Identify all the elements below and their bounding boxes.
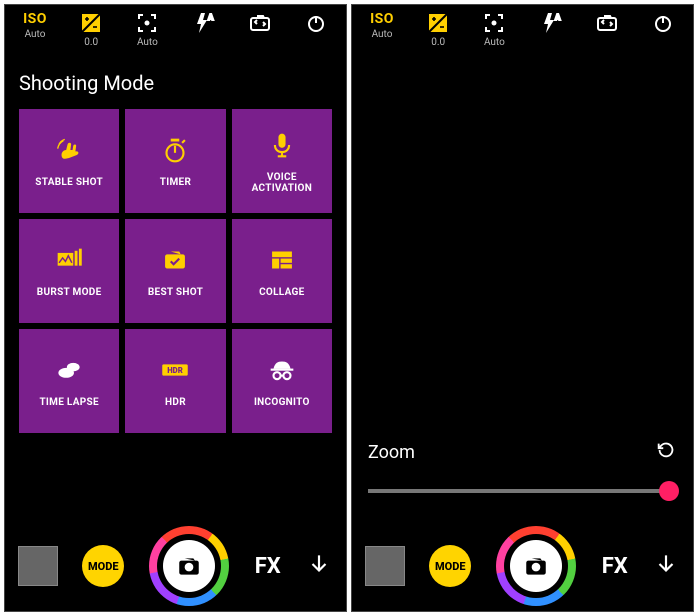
incognito-icon [265,353,299,387]
tile-voice-activation[interactable]: VOICE ACTIVATION [232,109,332,213]
phone-screen-left: ISO Auto 0.0 Auto A Shooting Mode STABLE… [4,4,347,612]
gallery-thumbnail[interactable] [19,547,57,585]
power-control[interactable] [296,11,336,35]
switch-camera-control[interactable] [587,11,627,35]
fx-button[interactable]: FX [255,554,281,579]
tile-stable-shot[interactable]: STABLE SHOT [19,109,119,213]
collage-icon [265,243,299,277]
switch-camera-icon [248,11,272,35]
tile-label: HDR [161,397,190,409]
iso-control[interactable]: ISO Auto [15,11,55,40]
undo-icon [655,439,677,461]
tile-best-shot[interactable]: BEST SHOT [125,219,225,323]
arrow-down-icon [306,551,332,577]
iso-sublabel: Auto [25,29,46,40]
tile-label: BURST MODE [33,287,106,299]
bottom-bar: MODE FX [5,525,346,611]
focus-control[interactable]: Auto [127,11,167,48]
exposure-control[interactable]: 0.0 [418,11,458,48]
slider-track [368,489,677,493]
tile-label: COLLAGE [255,287,309,299]
camera-icon [176,553,202,579]
power-icon [651,11,675,35]
flash-control[interactable]: A [184,11,224,35]
shooting-mode-grid: STABLE SHOT TIMER VOICE ACTIVATION BURST… [5,109,346,433]
gallery-thumbnail[interactable] [366,547,404,585]
hand-wave-icon [52,133,86,167]
microphone-icon [265,128,299,162]
viewfinder-area: Shooting Mode STABLE SHOT TIMER VOICE AC… [5,53,346,525]
top-toolbar: ISO Auto 0.0 Auto A [5,5,346,53]
exposure-icon [426,11,450,35]
zoom-slider[interactable] [368,479,677,503]
bottom-bar: MODE FX [352,525,693,611]
tile-label: TIMER [156,177,195,189]
phone-screen-right: ISO Auto 0.0 Auto A Zoom [351,4,694,612]
burst-icon [52,243,86,277]
shutter-button[interactable] [496,526,576,606]
tile-timer[interactable]: TIMER [125,109,225,213]
tile-time-lapse[interactable]: TIME LAPSE [19,329,119,433]
iso-tag: ISO [23,11,47,27]
tile-label: TIME LAPSE [35,397,102,409]
switch-camera-icon [595,11,619,35]
timer-icon [158,133,192,167]
hdr-icon: HDR [158,353,192,387]
fx-button[interactable]: FX [602,554,628,579]
top-toolbar: ISO Auto 0.0 Auto A [352,5,693,53]
iso-sublabel: Auto [372,29,393,40]
collapse-button[interactable] [306,551,332,581]
mode-button[interactable]: MODE [429,545,471,587]
focus-control[interactable]: Auto [474,11,514,48]
mode-button[interactable]: MODE [82,545,124,587]
iso-tag: ISO [370,11,394,27]
flash-auto-icon: A [192,11,216,35]
clouds-icon [52,353,86,387]
tile-label: BEST SHOT [144,287,207,299]
power-control[interactable] [643,11,683,35]
fx-label: FX [602,554,628,579]
svg-text:HDR: HDR [168,366,184,375]
flash-control[interactable]: A [531,11,571,35]
slider-thumb[interactable] [659,481,679,501]
collapse-button[interactable] [653,551,679,581]
iso-control[interactable]: ISO Auto [362,11,402,40]
tile-collage[interactable]: COLLAGE [232,219,332,323]
exposure-icon [79,11,103,35]
arrow-down-icon [653,551,679,577]
ev-value: 0.0 [431,37,445,48]
focus-sublabel: Auto [137,37,158,48]
zoom-reset-button[interactable] [655,439,677,465]
tile-burst-mode[interactable]: BURST MODE [19,219,119,323]
focus-sublabel: Auto [484,37,505,48]
viewfinder-area[interactable]: Zoom [352,53,693,525]
shutter-button[interactable] [149,526,229,606]
zoom-label: Zoom [368,442,415,463]
exposure-control[interactable]: 0.0 [71,11,111,48]
camera-icon [523,553,549,579]
switch-camera-control[interactable] [240,11,280,35]
svg-text:A: A [208,13,214,22]
zoom-panel: Zoom [352,429,693,525]
tile-label: STABLE SHOT [31,177,107,189]
focus-icon [135,11,159,35]
tile-label: INCOGNITO [250,397,314,409]
power-icon [304,11,328,35]
tile-incognito[interactable]: INCOGNITO [232,329,332,433]
fx-label: FX [255,554,281,579]
mode-label: MODE [88,560,119,573]
focus-icon [482,11,506,35]
mode-label: MODE [435,560,466,573]
section-title: Shooting Mode [5,53,346,109]
flash-auto-icon: A [539,11,563,35]
best-shot-icon [158,243,192,277]
tile-label: VOICE ACTIVATION [248,172,317,195]
ev-value: 0.0 [84,37,98,48]
tile-hdr[interactable]: HDR HDR [125,329,225,433]
svg-text:A: A [555,13,561,22]
